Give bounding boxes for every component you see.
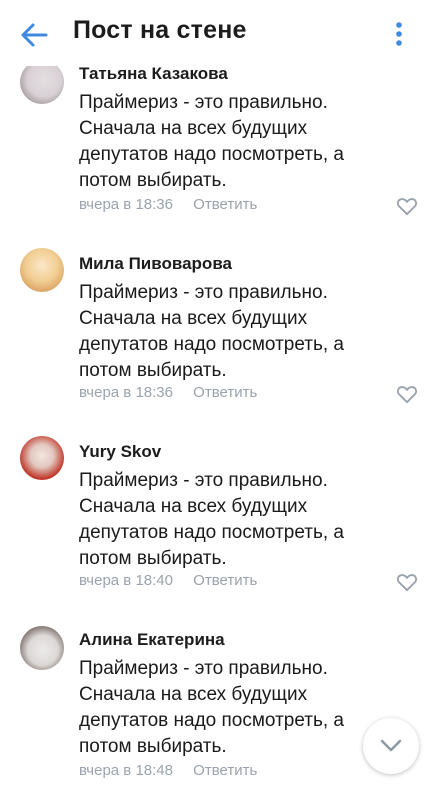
avatar[interactable] (20, 436, 64, 480)
reply-button[interactable]: Ответить (193, 762, 257, 779)
comment-text: Праймериз - это правильно. Сначала на вс… (79, 282, 344, 381)
comment-meta: вчера в 18:36 Ответить (79, 196, 257, 213)
heart-outline-icon[interactable] (396, 572, 418, 592)
reply-button[interactable]: Ответить (193, 572, 257, 589)
bottom-bar (0, 790, 435, 800)
page-title: Пост на стене (73, 16, 247, 44)
scroll-down-button[interactable] (363, 718, 419, 774)
comment-meta: вчера в 18:40 Ответить (79, 572, 257, 589)
vertical-dots-icon[interactable] (388, 18, 410, 50)
comments-feed: Татьяна Казакова Праймериз - это правиль… (0, 0, 435, 800)
comment-text: Праймериз - это правильно. Сначала на вс… (79, 658, 344, 757)
comment-author[interactable]: Yury Skov (79, 442, 161, 462)
app-header: Пост на стене (0, 0, 435, 66)
comment-text: Праймериз - это правильно. Сначала на вс… (79, 470, 344, 569)
chevron-down-icon (380, 739, 402, 752)
comment-time: вчера в 18:36 (79, 196, 173, 213)
comment-author[interactable]: Татьяна Казакова (79, 64, 228, 84)
heart-outline-icon[interactable] (396, 384, 418, 404)
heart-outline-icon[interactable] (396, 196, 418, 216)
comment-text: Праймериз - это правильно. Сначала на вс… (79, 92, 344, 191)
reply-button[interactable]: Ответить (193, 384, 257, 401)
avatar[interactable] (20, 626, 64, 670)
reply-button[interactable]: Ответить (193, 196, 257, 213)
comment-meta: вчера в 18:36 Ответить (79, 384, 257, 401)
comment-author[interactable]: Алина Екатерина (79, 630, 225, 650)
comment-time: вчера в 18:40 (79, 572, 173, 589)
comment-meta: вчера в 18:48 Ответить (79, 762, 257, 779)
avatar[interactable] (20, 248, 64, 292)
comment-author[interactable]: Мила Пивоварова (79, 254, 232, 274)
avatar[interactable] (20, 60, 64, 104)
arrow-left-icon[interactable] (16, 20, 52, 50)
comment-time: вчера в 18:48 (79, 762, 173, 779)
comment-time: вчера в 18:36 (79, 384, 173, 401)
